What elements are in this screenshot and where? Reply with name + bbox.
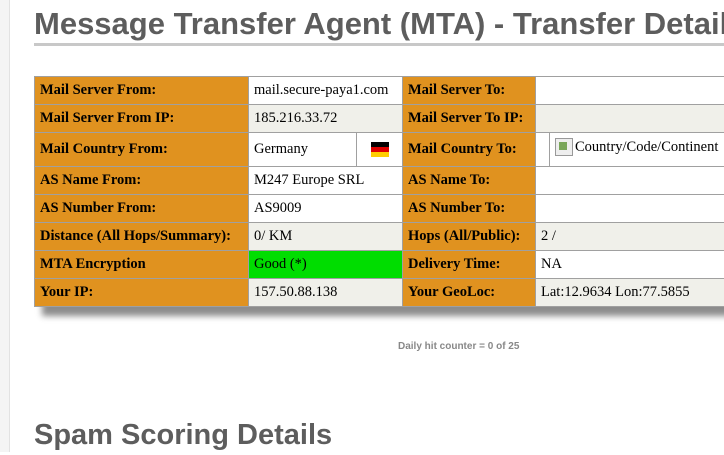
mail-country-from-value: Germany — [249, 133, 357, 167]
table-row: Your IP: 157.50.88.138 Your GeoLoc: Lat:… — [35, 279, 724, 307]
hops-label: Hops (All/Public): — [403, 223, 536, 251]
table-row: AS Name From: M247 Europe SRL AS Name To… — [35, 167, 724, 195]
mail-server-from-label: Mail Server From: — [35, 77, 249, 105]
mail-server-to-ip-label: Mail Server To IP: — [403, 105, 536, 133]
title-underline — [34, 43, 724, 46]
mail-country-to-label: Mail Country To: — [403, 133, 536, 167]
your-geoloc-label: Your GeoLoc: — [403, 279, 536, 307]
mta-encryption-label: MTA Encryption — [35, 251, 249, 279]
transfer-details-table: Mail Server From: mail.secure-paya1.com … — [34, 76, 724, 307]
daily-hit-counter: Daily hit counter = 0 of 25 — [398, 341, 519, 352]
broken-image-icon — [555, 138, 573, 156]
as-name-to-label: AS Name To: — [403, 167, 536, 195]
country-to-spacer-cell — [536, 133, 550, 167]
hops-value: 2 / — [536, 223, 724, 251]
your-ip-value: 157.50.88.138 — [249, 279, 403, 307]
your-geoloc-value: Lat:12.9634 Lon:77.5855 — [536, 279, 724, 307]
country-from-flag-cell — [357, 133, 403, 167]
as-name-from-value: M247 Europe SRL — [249, 167, 403, 195]
delivery-time-value: NA — [536, 251, 724, 279]
table-row: Mail Server From IP: 185.216.33.72 Mail … — [35, 105, 724, 133]
as-number-to-value — [536, 195, 724, 223]
mail-server-to-ip-value — [536, 105, 724, 133]
mail-server-from-value: mail.secure-paya1.com — [249, 77, 403, 105]
mail-server-from-ip-value: 185.216.33.72 — [249, 105, 403, 133]
page-title: Message Transfer Agent (MTA) - Transfer … — [34, 2, 724, 46]
table-row: AS Number From: AS9009 AS Number To: — [35, 195, 724, 223]
mta-encryption-value: Good (*) — [249, 251, 403, 279]
mail-server-to-value — [536, 77, 724, 105]
as-number-to-label: AS Number To: — [403, 195, 536, 223]
mail-country-to-value: Country/Code/Continent — [575, 139, 718, 156]
distance-value: 0/ KM — [249, 223, 403, 251]
your-ip-label: Your IP: — [35, 279, 249, 307]
left-border — [0, 0, 10, 452]
table-row: Mail Country From: Germany Mail Country … — [35, 133, 724, 167]
mail-country-from-label: Mail Country From: — [35, 133, 249, 167]
as-name-to-value — [536, 167, 724, 195]
mail-server-to-label: Mail Server To: — [403, 77, 536, 105]
germany-flag-icon — [371, 142, 389, 157]
as-name-from-label: AS Name From: — [35, 167, 249, 195]
distance-label: Distance (All Hops/Summary): — [35, 223, 249, 251]
as-number-from-value: AS9009 — [249, 195, 403, 223]
delivery-time-label: Delivery Time: — [403, 251, 536, 279]
mail-country-to-cell: Country/Code/Continent — [550, 133, 724, 167]
table-row: Distance (All Hops/Summary): 0/ KM Hops … — [35, 223, 724, 251]
as-number-from-label: AS Number From: — [35, 195, 249, 223]
spam-scoring-heading: Spam Scoring Details — [34, 415, 332, 455]
table-row: Mail Server From: mail.secure-paya1.com … — [35, 77, 724, 105]
mail-server-from-ip-label: Mail Server From IP: — [35, 105, 249, 133]
transfer-details-table-wrapper: Mail Server From: mail.secure-paya1.com … — [34, 76, 724, 307]
table-row: MTA Encryption Good (*) Delivery Time: N… — [35, 251, 724, 279]
broken-image: Country/Code/Continent — [555, 138, 718, 156]
